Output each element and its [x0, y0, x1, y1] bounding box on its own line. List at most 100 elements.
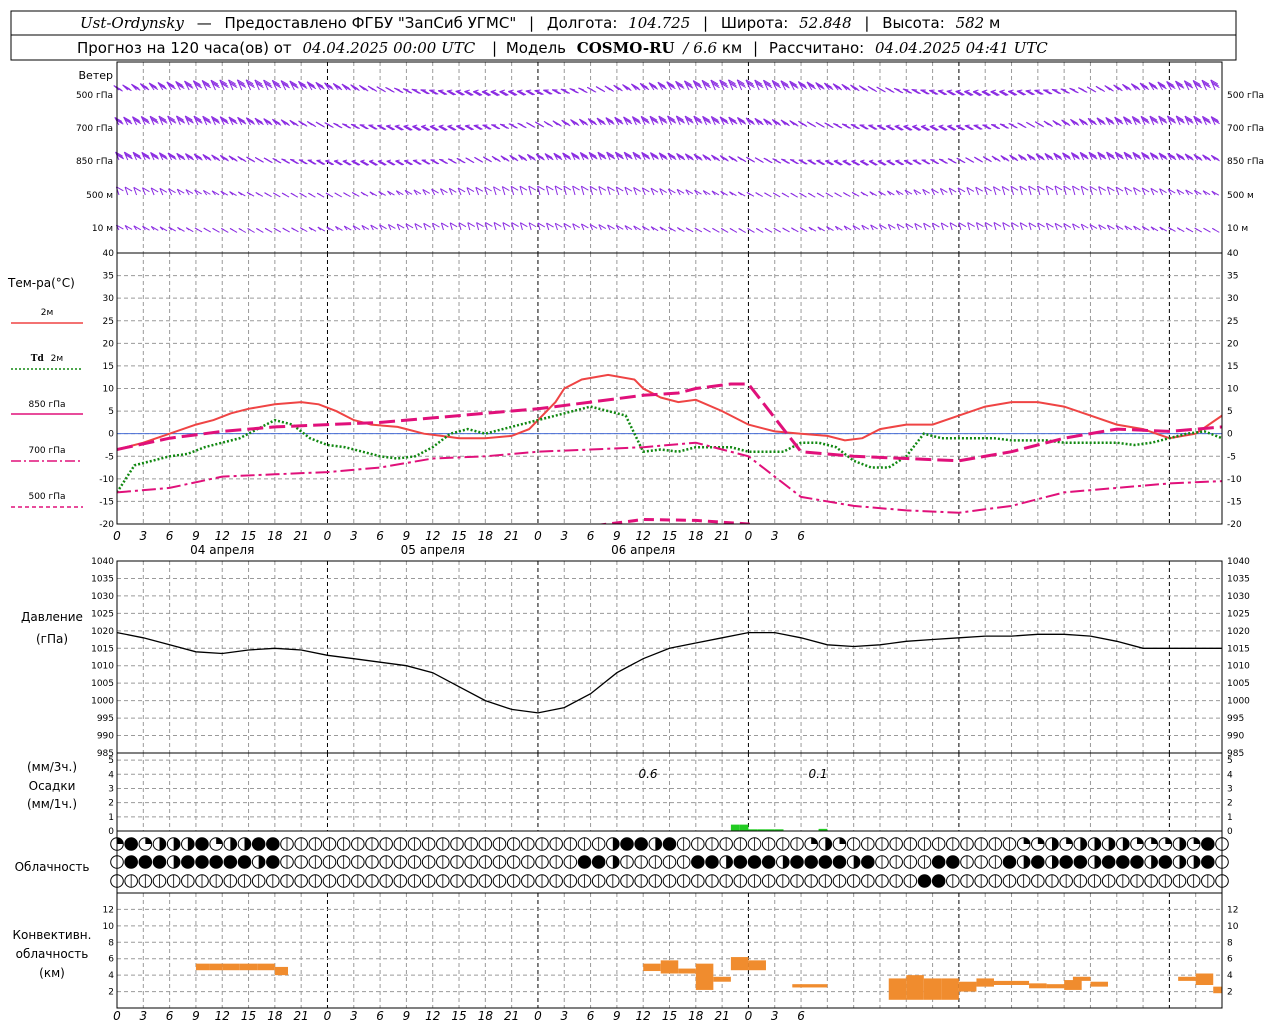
wind-barb [1193, 115, 1203, 126]
wind-barb [387, 223, 396, 231]
x-tick: 15 [662, 529, 677, 543]
cloud-cover-symbol [322, 855, 337, 869]
wind-barb [955, 89, 965, 96]
wind-barb [598, 224, 607, 231]
cloud-cover-symbol [974, 855, 988, 869]
wind-barb [728, 116, 738, 126]
cloud-cover-symbol [1073, 855, 1088, 869]
y-tick-right: 15 [1227, 362, 1238, 372]
x-tick: 12 [636, 529, 651, 543]
wind-barb [876, 124, 887, 131]
wind-barb [964, 124, 974, 131]
wind-barb [1148, 82, 1158, 91]
cloud-cover-symbol [166, 874, 181, 888]
cloud-cover-symbol [407, 855, 422, 869]
station-name: Ust-Ordynsky [80, 14, 184, 32]
cloud-cover-symbol [152, 837, 167, 851]
conv-cloud-bar [643, 963, 661, 972]
wind-barb [166, 81, 176, 91]
wind-barb [1028, 222, 1037, 231]
wind-barb [458, 222, 467, 231]
wind-barb [1139, 82, 1150, 91]
wind-barb [1054, 222, 1063, 231]
wind-barb [905, 223, 914, 231]
wind-barb [501, 186, 510, 196]
wind-barb [579, 151, 589, 161]
wind-barb [931, 188, 939, 196]
y-tick-right: 1040 [1227, 557, 1250, 567]
calc-label: Рассчитано: [769, 39, 864, 57]
wind-barb [868, 124, 878, 130]
cloud-cover-symbol [818, 855, 833, 869]
cloud-cover-symbol [563, 837, 578, 851]
wind-barb [317, 226, 326, 232]
wind-barb [1141, 226, 1150, 231]
wind-barb [343, 225, 352, 231]
wind-barb [1175, 115, 1185, 126]
conv-cloud-bar [1064, 980, 1082, 990]
wind-barb [692, 80, 703, 91]
cloud-cover-symbol [535, 874, 549, 888]
cloud-cover-symbol [1144, 855, 1158, 869]
calc-time: 04.04.2025 04:41 UTC [875, 39, 1048, 57]
wind-barb [1113, 84, 1123, 92]
y-tick-right: 12 [1227, 905, 1238, 915]
cloud-cover-symbol [1059, 874, 1073, 888]
wind-barb [589, 185, 598, 196]
wind-barb [473, 124, 483, 130]
wind-barb [790, 192, 798, 198]
wind-barb [395, 159, 405, 166]
cloud-cover-symbol [436, 874, 450, 888]
precip-bar [739, 824, 749, 831]
cloud-cover-symbol [294, 837, 308, 851]
wind-barb [938, 124, 948, 131]
wind-barb [975, 186, 983, 196]
cloud-cover-symbol [152, 874, 167, 888]
model-label: Модель [506, 39, 566, 57]
cloud-cover-symbol [1144, 837, 1158, 851]
cloud-cover-symbol [393, 855, 408, 869]
wind-barb [491, 124, 501, 130]
cloud-cover-symbol [634, 837, 648, 851]
wind-barb [1088, 151, 1098, 161]
wind-barb [1063, 223, 1072, 231]
cloud-cover-symbol [166, 855, 181, 869]
precip-unit-3h: (мм/3ч.) [27, 760, 77, 774]
y-tick-left: -15 [99, 497, 114, 507]
wind-barb [467, 222, 476, 231]
wind-barb [403, 159, 413, 166]
wind-barb [551, 89, 562, 95]
y-tick-left: -10 [99, 475, 114, 485]
cloud-cover-symbol [634, 855, 648, 869]
wind-barb [359, 124, 369, 130]
wind-barb [474, 156, 484, 163]
cloud-cover-symbol [946, 855, 960, 869]
wind-barb [912, 159, 922, 165]
wind-barb [526, 153, 536, 161]
pressure-grid: 1040 1040 1035 1035 1030 1030 1025 1025 1020 1020… [91, 557, 1250, 759]
wind-barb [712, 227, 720, 233]
wind-barb [1185, 227, 1194, 233]
wind-barb [780, 119, 790, 127]
x-tick: 18 [267, 1009, 283, 1023]
wind-barb [1008, 122, 1018, 129]
y-tick-left: 0 [108, 430, 114, 440]
cloud-cover-symbol [974, 837, 988, 851]
wind-barb [342, 159, 352, 166]
cloud-cover-symbol [676, 837, 691, 851]
wind-barb [886, 159, 896, 166]
wind-barb [525, 89, 535, 96]
y-tick-left: 20 [103, 339, 115, 349]
wind-barb [632, 151, 642, 161]
wind-barb [122, 84, 132, 92]
wind-barb [886, 190, 895, 196]
cloud-cover-symbol [209, 874, 223, 888]
wind-barb [228, 79, 238, 91]
wind-barb [667, 115, 677, 126]
wind-barb [553, 152, 563, 161]
cloud-cover-symbol [960, 874, 974, 888]
cloud-cover-symbol [379, 874, 393, 888]
wind-barb [736, 79, 747, 91]
wind-barb [537, 222, 546, 231]
wind-barb [1045, 222, 1054, 231]
